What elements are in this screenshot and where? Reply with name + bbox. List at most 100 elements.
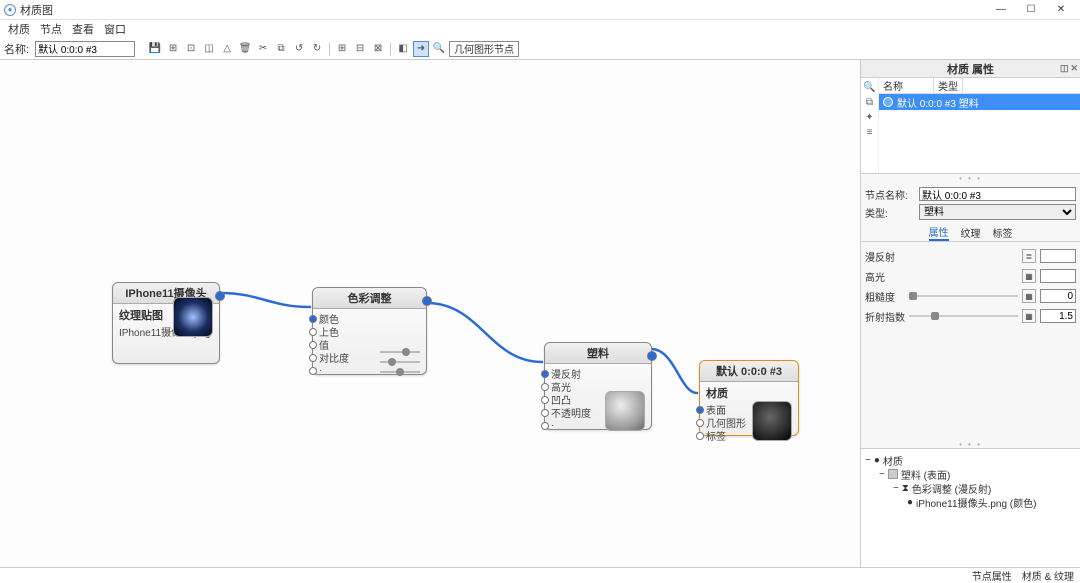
tab-textures[interactable]: 纹理 bbox=[961, 225, 981, 240]
col-name[interactable]: 名称 bbox=[879, 78, 934, 93]
panel-title: 材质 属性 bbox=[947, 61, 994, 77]
slider-track[interactable] bbox=[909, 315, 1018, 317]
name-input[interactable] bbox=[35, 41, 135, 57]
swatch-icon bbox=[888, 469, 898, 479]
output-port[interactable] bbox=[422, 296, 432, 306]
output-port[interactable] bbox=[647, 351, 657, 361]
tree-node[interactable]: iPhone11摄像头.png (颜色) bbox=[916, 495, 1036, 510]
node-material[interactable]: 默认 0:0:0 #3 材质 表面 几何图形 标签 bbox=[699, 360, 799, 436]
node-title: 默认 0:0:0 #3 bbox=[700, 361, 798, 382]
type-select[interactable]: 塑料 bbox=[919, 204, 1076, 220]
maximize-button[interactable]: ☐ bbox=[1016, 1, 1046, 19]
value-input[interactable] bbox=[1040, 289, 1076, 303]
node-name-input[interactable] bbox=[919, 187, 1076, 201]
input-port[interactable] bbox=[541, 396, 549, 404]
color-swatch[interactable] bbox=[1040, 269, 1076, 283]
input-port[interactable] bbox=[541, 409, 549, 417]
panel-header: 材质 属性 ◫✕ bbox=[861, 60, 1080, 78]
window-title: 材质图 bbox=[20, 2, 53, 18]
tool-icon[interactable]: ◧ bbox=[395, 41, 411, 57]
adjust-icon: ⧗ bbox=[902, 483, 909, 494]
toolbar: 名称: 💾 ⊞ ⊡ ◫ △ 🗑 ✂ ⧉ ↺ ↻ ⊞ ⊟ ⊠ ◧ ➜ 🔍 几何图形… bbox=[0, 38, 1080, 60]
prop-label: 折射指数 bbox=[865, 309, 905, 324]
drag-handle[interactable]: • • • bbox=[861, 174, 1080, 182]
lens-thumb-icon bbox=[173, 297, 213, 337]
menu-view[interactable]: 查看 bbox=[68, 21, 98, 37]
menu-node[interactable]: 节点 bbox=[36, 21, 66, 37]
node-name-label: 节点名称: bbox=[865, 187, 915, 202]
geom-node-field[interactable]: 几何图形节点 bbox=[449, 41, 519, 57]
star-icon[interactable]: ✦ bbox=[865, 112, 873, 123]
material-dot-icon bbox=[883, 97, 893, 107]
list-icon[interactable]: ≡ bbox=[867, 127, 873, 138]
input-port[interactable] bbox=[696, 432, 704, 440]
node-graph-canvas[interactable]: IPhone11摄像头 纹理贴图 IPhone11摄像头.png 色彩调整 颜色… bbox=[0, 60, 860, 567]
collapse-icon[interactable]: − bbox=[879, 469, 885, 480]
texture-slot-icon[interactable]: ▦ bbox=[1022, 309, 1036, 323]
input-port[interactable] bbox=[541, 422, 549, 430]
status-node-props[interactable]: 节点属性 bbox=[972, 568, 1012, 583]
menu-window[interactable]: 窗口 bbox=[100, 21, 130, 37]
properties-sidebar: 材质 属性 ◫✕ 🔍 ⧉ ✦ ≡ 名称 类型 默认 0:0:0 #3 塑料 bbox=[860, 60, 1080, 567]
input-port[interactable] bbox=[696, 419, 704, 427]
input-port[interactable] bbox=[541, 370, 549, 378]
tool-icon[interactable]: ↺ bbox=[291, 41, 307, 57]
tool-icon[interactable]: ⊠ bbox=[370, 41, 386, 57]
port-label: 不透明度 bbox=[551, 405, 591, 420]
texture-slot-icon[interactable]: ▦ bbox=[1022, 289, 1036, 303]
tool-icon[interactable]: ⊞ bbox=[165, 41, 181, 57]
tool-icon[interactable]: ⊟ bbox=[352, 41, 368, 57]
close-button[interactable]: ✕ bbox=[1046, 1, 1076, 19]
collapse-icon[interactable]: − bbox=[865, 455, 871, 466]
input-port[interactable] bbox=[309, 315, 317, 323]
copy-icon[interactable]: ⧉ bbox=[273, 41, 289, 57]
node-color-adjust[interactable]: 色彩调整 颜色 上色 值 对比度 · bbox=[312, 287, 427, 375]
port-label: 对比度 bbox=[319, 350, 349, 365]
input-port[interactable] bbox=[309, 367, 317, 375]
tool-selected-icon[interactable]: ➜ bbox=[413, 41, 429, 57]
tree-node[interactable]: 塑料 (表面) bbox=[901, 467, 950, 482]
input-port[interactable] bbox=[309, 328, 317, 336]
prop-label: 粗糙度 bbox=[865, 289, 905, 304]
menu-material[interactable]: 材质 bbox=[4, 21, 34, 37]
node-texture[interactable]: IPhone11摄像头 纹理贴图 IPhone11摄像头.png bbox=[112, 282, 220, 364]
tool-icon[interactable]: ✂ bbox=[255, 41, 271, 57]
tool-icon[interactable]: ↻ bbox=[309, 41, 325, 57]
texture-slot-icon[interactable]: ▦ bbox=[1022, 269, 1036, 283]
tree-node[interactable]: 材质 bbox=[883, 453, 903, 468]
value-input[interactable] bbox=[1040, 309, 1076, 323]
list-header: 名称 类型 bbox=[879, 78, 1080, 94]
input-port[interactable] bbox=[309, 354, 317, 362]
color-swatch[interactable] bbox=[1040, 249, 1076, 263]
minimize-button[interactable]: — bbox=[986, 1, 1016, 19]
tab-labels[interactable]: 标签 bbox=[993, 225, 1013, 240]
material-tree[interactable]: −●材质 −塑料 (表面) −⧗色彩调整 (漫反射) ●iPhone11摄像头.… bbox=[861, 448, 1080, 567]
tool-icon[interactable]: ⊡ bbox=[183, 41, 199, 57]
drag-handle[interactable]: • • • bbox=[861, 440, 1080, 448]
collapse-icon[interactable]: − bbox=[893, 483, 899, 494]
close-panel-icon[interactable]: ✕ bbox=[1070, 63, 1078, 74]
status-mat-tex[interactable]: 材质 & 纹理 bbox=[1022, 568, 1074, 583]
slider-track[interactable] bbox=[909, 295, 1018, 297]
tool-icon[interactable]: ◫ bbox=[201, 41, 217, 57]
tree-node[interactable]: 色彩调整 (漫反射) bbox=[912, 481, 991, 496]
input-port[interactable] bbox=[541, 383, 549, 391]
node-plastic[interactable]: 塑料 漫反射 高光 凹凸 不透明度 · bbox=[544, 342, 652, 430]
menubar: 材质 节点 查看 窗口 bbox=[0, 20, 1080, 38]
find-icon[interactable]: 🔍 bbox=[863, 82, 875, 93]
texture-slot-icon[interactable]: ≣ bbox=[1022, 249, 1036, 263]
link-icon[interactable]: ⧉ bbox=[866, 97, 873, 108]
tool-icon[interactable]: △ bbox=[219, 41, 235, 57]
list-row[interactable]: 默认 0:0:0 #3 塑料 bbox=[879, 94, 1080, 110]
lens-thumb-icon bbox=[752, 401, 792, 441]
input-port[interactable] bbox=[309, 341, 317, 349]
tool-icon[interactable]: 🗑 bbox=[237, 41, 253, 57]
input-port[interactable] bbox=[696, 406, 704, 414]
save-icon[interactable]: 💾 bbox=[147, 41, 163, 57]
output-port[interactable] bbox=[215, 291, 225, 301]
search-icon[interactable]: 🔍 bbox=[431, 41, 447, 57]
tab-properties[interactable]: 属性 bbox=[929, 224, 949, 241]
col-type[interactable]: 类型 bbox=[934, 78, 963, 93]
dock-icon[interactable]: ◫ bbox=[1060, 63, 1069, 74]
tool-icon[interactable]: ⊞ bbox=[334, 41, 350, 57]
